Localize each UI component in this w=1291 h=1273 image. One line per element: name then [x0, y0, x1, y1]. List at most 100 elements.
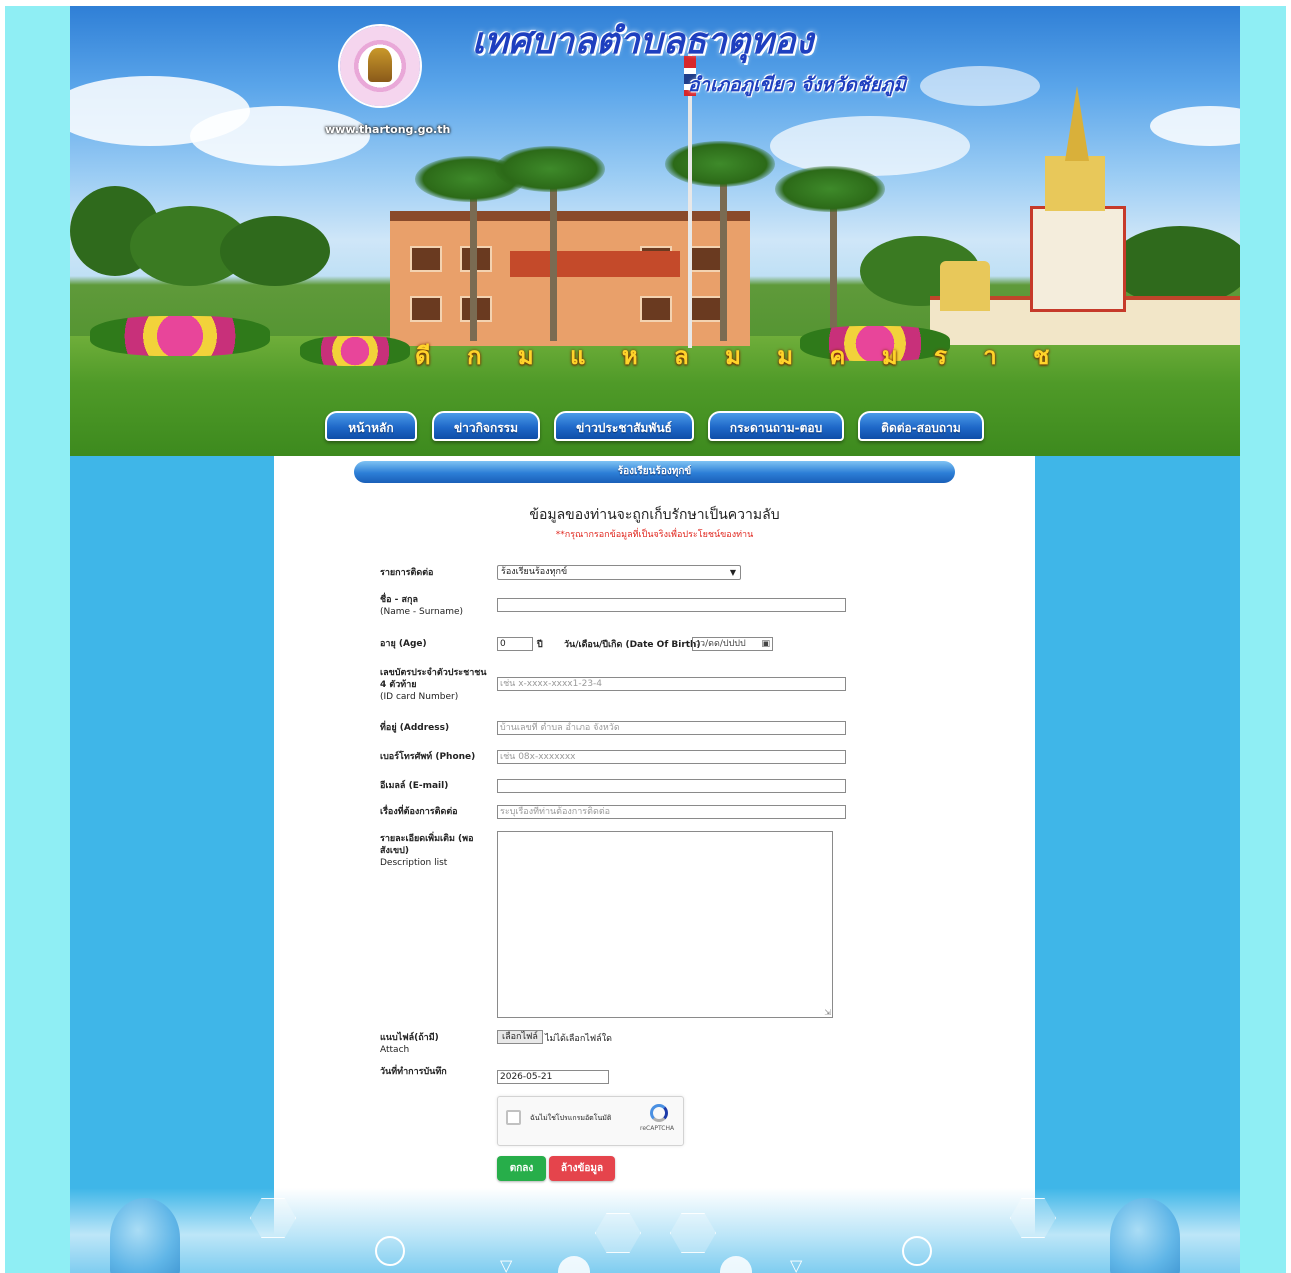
dob-input[interactable]: วว/ดด/ปปปป ▣ [692, 637, 773, 651]
municipality-seal-logo [340, 26, 420, 106]
footer-decoration: ▽ ▽ [70, 1188, 1240, 1273]
contact-type-select[interactable]: ร้องเรียนร้องทุกข์ ▼ [497, 565, 741, 580]
submit-button[interactable]: ตกลง [497, 1156, 546, 1181]
nav-contact[interactable]: ติดต่อ-สอบถาม [858, 411, 984, 441]
subject-label: เรื่องที่ต้องการติดต่อ [380, 807, 458, 817]
address-input[interactable]: บ้านเลขที่ ตำบล อำเภอ จังหวัด [497, 721, 846, 735]
building-entrance-roof [510, 251, 680, 277]
name-input[interactable] [497, 598, 846, 612]
pagoda-icon [368, 48, 392, 82]
form-note: **กรุณากรอกข้อมูลที่เป็นจริงเพื่อประโยชน… [555, 530, 754, 540]
triangle-decoration: ▽ [500, 1256, 513, 1273]
triangle-decoration: ▽ [790, 1256, 803, 1273]
hexagon-decoration [595, 1213, 641, 1253]
cloud [920, 66, 1040, 106]
section-title-bar: ร้องเรียนร้องทุกข์ [354, 461, 955, 483]
bubble-decoration [558, 1256, 590, 1273]
nav-home[interactable]: หน้าหลัก [325, 411, 417, 441]
form-heading: ข้อมูลของท่านจะถูกเก็บรักษาเป็นความลับ [529, 507, 780, 523]
id-card-input[interactable]: เช่น x-xxxx-xxxx1-23-4 [497, 677, 846, 691]
nav-public-relations[interactable]: ข่าวประชาสัมพันธ์ [554, 411, 694, 441]
small-pagoda [940, 261, 990, 311]
tree [1110, 226, 1240, 306]
site-title: เทศบาลตำบลธาตุทอง [472, 21, 814, 62]
page-container: ดี ก ม แ ห ล ม ม ค ม ร า ช www.thartong.… [70, 6, 1240, 1273]
subject-input[interactable]: ระบุเรื่องที่ท่านต้องการติดต่อ [497, 805, 846, 819]
age-input[interactable]: 0 [497, 637, 533, 651]
clear-button[interactable]: ล้างข้อมูล [549, 1156, 615, 1181]
record-date-input[interactable]: 2026-05-21 [497, 1070, 609, 1084]
description-label-en: Description list [380, 858, 448, 868]
nav-activity-news[interactable]: ข่าวกิจกรรม [432, 411, 540, 441]
resize-grip-icon[interactable]: ⇲ [824, 1008, 831, 1017]
record-date-label: วันที่ทำการบันทึก [380, 1067, 447, 1077]
palm-trunk [720, 166, 727, 341]
site-subtitle: อำเภอภูเขียว จังหวัดชัยภูมิ [688, 74, 906, 96]
phone-label: เบอร์โทรศัพท์ (Phone) [380, 752, 476, 762]
choose-file-button[interactable]: เลือกไฟล์ [497, 1030, 543, 1044]
palm-tree [775, 166, 885, 212]
id-card-label-en: (ID card Number) [380, 692, 459, 702]
calendar-icon[interactable]: ▣ [761, 638, 770, 650]
cloud [770, 116, 970, 176]
ribbon-decoration [1110, 1198, 1180, 1273]
recaptcha-checkbox[interactable] [506, 1110, 521, 1125]
hexagon-decoration [1010, 1198, 1056, 1238]
hexagon-decoration [250, 1198, 296, 1238]
palm-trunk [470, 181, 477, 341]
ring-decoration [375, 1236, 405, 1266]
window [690, 246, 722, 272]
bubble-decoration [720, 1256, 752, 1273]
tree [220, 216, 330, 286]
dob-placeholder: วว/ดด/ปปปป [695, 639, 746, 649]
recaptcha-brand: reCAPTCHA [640, 1125, 675, 1132]
recaptcha-logo-icon [650, 1104, 668, 1122]
description-label-th: รายละเอียดเพิ่มเติม (พอสังเขป) [380, 834, 474, 856]
cloud [190, 106, 370, 166]
palm-tree [495, 146, 605, 192]
cloud [1150, 106, 1240, 146]
flower-bed [300, 336, 410, 366]
name-label-th: ชื่อ - สกุล [380, 595, 418, 605]
palm-tree [665, 141, 775, 187]
contact-type-label: รายการติดต่อ [380, 568, 434, 578]
window [410, 296, 442, 322]
palm-trunk [830, 191, 837, 341]
recaptcha-label: ฉันไม่ใช่โปรแกรมอัตโนมัติ [530, 1114, 612, 1122]
window [410, 246, 442, 272]
hexagon-decoration [670, 1213, 716, 1253]
pagoda-body [1030, 206, 1126, 312]
description-label: รายละเอียดเพิ่มเติม (พอสังเขป) Descripti… [380, 833, 485, 869]
phone-input[interactable]: เช่น 08x-xxxxxxx [497, 750, 846, 764]
age-label: อายุ (Age) [380, 639, 427, 649]
main-content: ร้องเรียนร้องทุกข์ ข้อมูลของท่านจะถูกเก็… [274, 456, 1035, 1273]
age-unit: ปี [537, 640, 543, 650]
window [690, 296, 722, 322]
pagoda-middle [1045, 156, 1105, 211]
chevron-down-icon: ▼ [729, 568, 736, 577]
id-card-label: เลขบัตรประจำตัวประชาชน 4 ตัวท้าย (ID car… [380, 667, 495, 703]
ring-decoration [902, 1236, 932, 1266]
ribbon-decoration [110, 1198, 180, 1273]
id-card-label-th: เลขบัตรประจำตัวประชาชน 4 ตัวท้าย [380, 668, 487, 690]
site-url: www.thartong.go.th [325, 123, 451, 136]
header-banner: ดี ก ม แ ห ล ม ม ค ม ร า ช www.thartong.… [70, 6, 1240, 456]
attach-label-en: Attach [380, 1045, 410, 1055]
attach-label-th: แนบไฟล์(ถ้ามี) [380, 1033, 439, 1043]
garden-letters: ดี ก ม แ ห ล ม ม ค ม ร า ช [415, 342, 1064, 370]
window [640, 296, 672, 322]
file-status: ไม่ได้เลือกไฟล์ใด [545, 1034, 612, 1044]
nav-qa-board[interactable]: กระดานถาม-ตอบ [708, 411, 844, 441]
dob-label: วัน/เดือน/ปีเกิด (Date Of Birth) [564, 640, 701, 650]
palm-trunk [550, 171, 557, 341]
description-textarea[interactable]: ⇲ [497, 831, 833, 1018]
name-label: ชื่อ - สกุล (Name - Surname) [380, 594, 495, 618]
flower-bed [90, 316, 270, 356]
email-label: อีเมลล์ (E-mail) [380, 781, 449, 791]
recaptcha-widget: ฉันไม่ใช่โปรแกรมอัตโนมัติ reCAPTCHA [497, 1096, 684, 1146]
email-input[interactable] [497, 779, 846, 793]
pagoda-spire [1065, 86, 1089, 161]
address-label: ที่อยู่ (Address) [380, 723, 450, 733]
office-building [390, 211, 750, 346]
contact-type-value: ร้องเรียนร้องทุกข์ [501, 567, 568, 577]
